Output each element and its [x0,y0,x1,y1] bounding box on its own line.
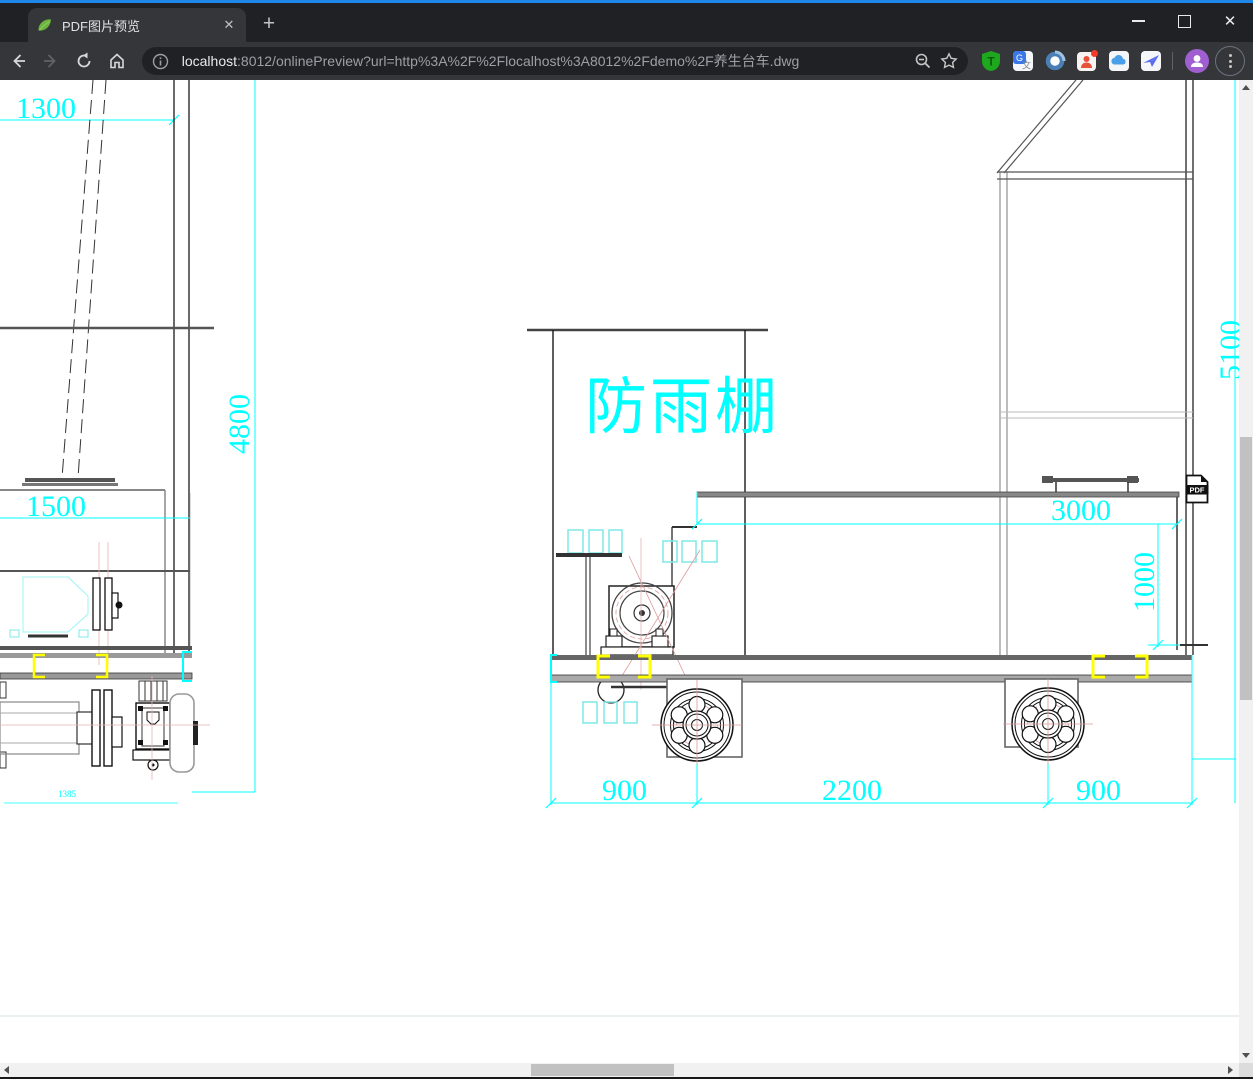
extension-helper[interactable] [1074,48,1100,74]
home-icon [109,53,124,69]
reload-icon [77,52,91,68]
svg-text:PDF: PDF [1190,486,1205,495]
dim-1385: 1385 [58,789,77,799]
browser-titlebar: PDF图片预览 ✕ + ✕ [0,0,1253,42]
spring-leaf-icon [38,18,51,31]
extension-ring[interactable] [1042,48,1068,74]
url-path: :8012/onlinePreview?url=http%3A%2F%2Floc… [237,53,800,69]
dim-2200: 2200 [822,774,882,807]
window-close-button[interactable]: ✕ [1207,3,1253,39]
scrollbar-corner [1239,1063,1253,1077]
window-maximize-button[interactable] [1161,3,1207,39]
back-icon [13,54,25,68]
forward-button[interactable] [36,46,66,76]
scroll-down-arrow-icon[interactable] [1242,1053,1250,1058]
info-icon [153,53,169,69]
home-button[interactable] [102,46,132,76]
dim-5100: 5100 [1214,320,1239,380]
bookmark-button[interactable] [936,48,962,74]
translate-icon: G 文 [1013,51,1033,71]
reload-button[interactable] [69,46,99,76]
pdf-file-icon: PDF [1185,474,1209,504]
dim-3000: 3000 [1051,494,1111,527]
new-tab-button[interactable]: + [256,12,282,38]
close-icon: ✕ [1223,12,1237,30]
site-info-button[interactable] [148,48,174,74]
url-text[interactable]: localhost:8012/onlinePreview?url=http%3A… [182,51,910,71]
bird-icon [1141,51,1161,71]
zoom-icon [915,53,931,69]
minimize-icon [1131,20,1145,22]
horizontal-scrollbar-thumb[interactable] [531,1064,674,1076]
pdf-download-badge[interactable]: PDF [1185,474,1209,504]
extension-tampermonkey[interactable]: T [978,48,1004,74]
horizontal-scrollbar[interactable] [0,1063,1239,1077]
scroll-right-arrow-icon[interactable] [1228,1066,1233,1074]
address-bar[interactable]: localhost:8012/onlinePreview?url=http%3A… [141,47,968,75]
vertical-scrollbar-thumb[interactable] [1240,437,1252,700]
window-minimize-button[interactable] [1115,3,1161,39]
dim-900-right: 900 [1076,774,1121,807]
ring-icon [1045,50,1066,71]
svg-text:文: 文 [1022,60,1031,71]
toolbar-separator [1172,52,1173,70]
extension-translate[interactable]: G 文 [1010,48,1036,74]
tab-close-icon[interactable]: ✕ [220,16,238,34]
tab-title: PDF图片预览 [62,18,141,34]
window-controls: ✕ [1115,3,1253,39]
tampermonkey-icon: T [982,51,1000,71]
window-accent-stripe [0,0,1253,3]
scroll-left-arrow-icon[interactable] [4,1066,9,1074]
avatar-figure-icon [1191,55,1203,67]
svg-text:T: T [987,55,995,69]
zoom-button[interactable] [910,48,936,74]
forward-icon [43,54,56,68]
dim-900-left: 900 [602,774,647,807]
browser-tab[interactable]: PDF图片预览 ✕ [28,8,246,42]
url-host: localhost [181,53,238,69]
shelter-label: 防雨棚 [585,370,780,443]
cad-drawing: 1300 4800 1500 1385 防雨棚 5100 3000 1000 9… [0,80,1239,1017]
helper-icon [1077,50,1098,71]
dim-1000: 1000 [1128,552,1161,612]
browser-menu-button[interactable] [1215,46,1245,76]
extensions-row: T G 文 [978,46,1253,76]
vertical-scrollbar[interactable] [1239,80,1253,1063]
page-content: 1300 4800 1500 1385 防雨棚 5100 3000 1000 9… [0,80,1253,1077]
three-dots-icon [1228,54,1232,68]
dim-4800: 4800 [223,394,256,454]
maximize-icon [1177,14,1191,28]
scroll-up-arrow-icon[interactable] [1242,85,1250,90]
profile-avatar[interactable] [1185,49,1209,73]
cloud-icon [1109,51,1129,71]
bookmark-star-icon [940,52,958,69]
extension-bird[interactable] [1138,48,1164,74]
extension-cloud[interactable] [1106,48,1132,74]
back-button[interactable] [3,46,33,76]
browser-toolbar: localhost:8012/onlinePreview?url=http%3A… [0,42,1253,80]
